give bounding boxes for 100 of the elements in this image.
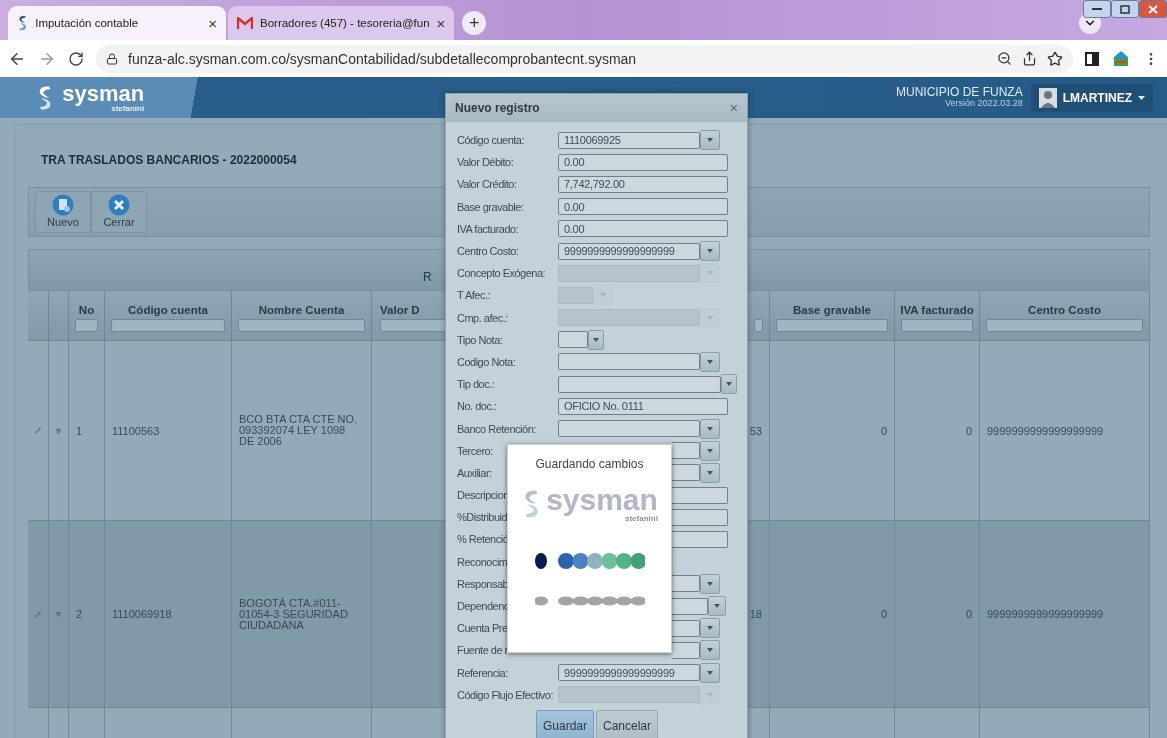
caret-icon: [714, 604, 720, 609]
loading-title: Guardando cambios: [535, 457, 644, 471]
filter-field[interactable]: [75, 319, 98, 332]
select-field[interactable]: [672, 641, 700, 659]
table-cell: 0: [895, 521, 980, 708]
input-field[interactable]: 0.00: [558, 220, 728, 238]
close-button[interactable]: Cerrar: [91, 191, 147, 233]
input-field[interactable]: OFICIO No. 0111: [558, 397, 728, 415]
field-label: Cuenta Pre: [457, 622, 509, 635]
caret-icon: [707, 670, 713, 675]
field-label: % Retenció: [457, 533, 510, 546]
field-label: Código cuenta:: [457, 134, 525, 147]
logo-text: sysman: [62, 82, 145, 105]
dropdown-button[interactable]: [700, 618, 720, 639]
filter-field[interactable]: [901, 319, 973, 332]
delete-icon[interactable]: [56, 609, 61, 619]
new-tab-button[interactable]: +: [462, 11, 487, 35]
share-icon[interactable]: [1022, 51, 1037, 66]
select-field[interactable]: [672, 619, 700, 637]
select-field[interactable]: [672, 442, 700, 460]
input-field[interactable]: 0.00: [558, 198, 728, 216]
field-label: Responsab: [457, 577, 510, 590]
dropdown-button[interactable]: [700, 418, 720, 439]
filter-field[interactable]: [776, 319, 888, 332]
edit-icon[interactable]: [35, 609, 41, 619]
minimize-button[interactable]: [1083, 0, 1111, 18]
caret-icon: [707, 626, 713, 631]
field-label: Tipo Nota:: [457, 333, 504, 346]
maximize-button[interactable]: [1111, 0, 1139, 18]
select-field[interactable]: [558, 353, 700, 371]
field-label: Valor Débito:: [457, 156, 515, 169]
select-field[interactable]: 1110069925: [558, 131, 700, 149]
close-button[interactable]: ×: [436, 14, 446, 32]
close-button[interactable]: ×: [729, 100, 738, 116]
dropdown-button[interactable]: [700, 241, 720, 262]
filter-field[interactable]: [986, 319, 1143, 332]
dropdown-button[interactable]: [721, 374, 737, 395]
dropdown-button[interactable]: [700, 662, 720, 683]
caret-icon: [707, 470, 713, 475]
select-field[interactable]: [558, 375, 722, 393]
input-field[interactable]: [672, 508, 728, 526]
select-field[interactable]: [672, 575, 700, 593]
caret-icon: [1138, 95, 1145, 100]
select-field[interactable]: [558, 420, 700, 438]
close-window-button[interactable]: [1139, 0, 1167, 18]
zoom-icon[interactable]: [997, 51, 1012, 66]
table-cell: 9999999999999999999: [980, 521, 1150, 708]
dropdown-button[interactable]: [708, 596, 726, 617]
input-field[interactable]: [672, 486, 728, 504]
cancel-button[interactable]: Cancelar: [596, 709, 659, 738]
field-label: No. doc.:: [457, 400, 498, 413]
new-button[interactable]: Nuevo: [35, 191, 91, 233]
caret-icon: [707, 448, 713, 453]
select-field[interactable]: 9999999999999999999: [558, 242, 700, 260]
filter-field[interactable]: [754, 319, 763, 332]
input-field[interactable]: 0.00: [558, 153, 728, 171]
caret-icon: [600, 293, 606, 298]
dropdown-button[interactable]: [700, 462, 720, 483]
select-field[interactable]: [672, 464, 700, 482]
field-label: Reconocim: [457, 555, 509, 568]
edit-icon[interactable]: [35, 426, 41, 435]
table-cell: 0: [770, 521, 895, 708]
save-button[interactable]: Guardar: [535, 709, 594, 738]
close-button[interactable]: ×: [208, 14, 217, 32]
column-header: IVA facturado: [900, 304, 974, 316]
select-field[interactable]: 9999999999999999999: [558, 664, 700, 682]
filter-field[interactable]: [238, 319, 365, 332]
close-icon: [108, 194, 130, 216]
column-header: Valor D: [380, 304, 420, 316]
delete-icon[interactable]: [56, 425, 61, 436]
field-label: IVA facturado:: [457, 222, 520, 235]
field-label: Codigo Nota:: [457, 355, 517, 368]
caret-icon: [707, 359, 713, 364]
select-field[interactable]: [672, 597, 708, 615]
close-icon: [1148, 4, 1158, 14]
browser-tab[interactable]: Imputación contable ×: [8, 6, 226, 40]
table-cell: 0: [770, 341, 895, 521]
table-cell: 1: [69, 341, 105, 521]
dropdown-button[interactable]: [700, 351, 720, 372]
browser-tab[interactable]: Borradores (457) - tesoreria@fun ×: [228, 6, 455, 40]
address-bar[interactable]: funza-alc.sysman.com.co/sysmanContabilidad/subdetallecomprobantecnt.sysman: [96, 44, 1073, 73]
dropdown-button[interactable]: [700, 440, 720, 461]
select-field[interactable]: [558, 331, 588, 349]
dropdown-button[interactable]: [588, 329, 604, 350]
dropdown-button[interactable]: [700, 640, 720, 661]
caret-icon: [707, 426, 713, 431]
field-label: T Afec.:: [457, 289, 492, 302]
reload-icon[interactable]: [68, 50, 84, 67]
input-field[interactable]: [672, 530, 728, 548]
filter-field[interactable]: [111, 319, 225, 332]
table-cell: BOGOTÁ CTA.#011-01054-3 SEGURIDAD CIUDADANA: [232, 521, 372, 708]
field-label: Código Flujo Efectivo:: [457, 688, 554, 701]
star-icon[interactable]: [1047, 50, 1063, 67]
user-menu[interactable]: LMARTINEZ: [1030, 83, 1153, 112]
dropdown-button[interactable]: [700, 130, 720, 151]
input-field[interactable]: 7,742,792.00: [558, 175, 728, 193]
extension-icon[interactable]: [1111, 49, 1131, 68]
field-label: Base gravable:: [457, 200, 525, 213]
side-panel-icon[interactable]: [1085, 51, 1099, 66]
dropdown-button[interactable]: [700, 573, 720, 594]
